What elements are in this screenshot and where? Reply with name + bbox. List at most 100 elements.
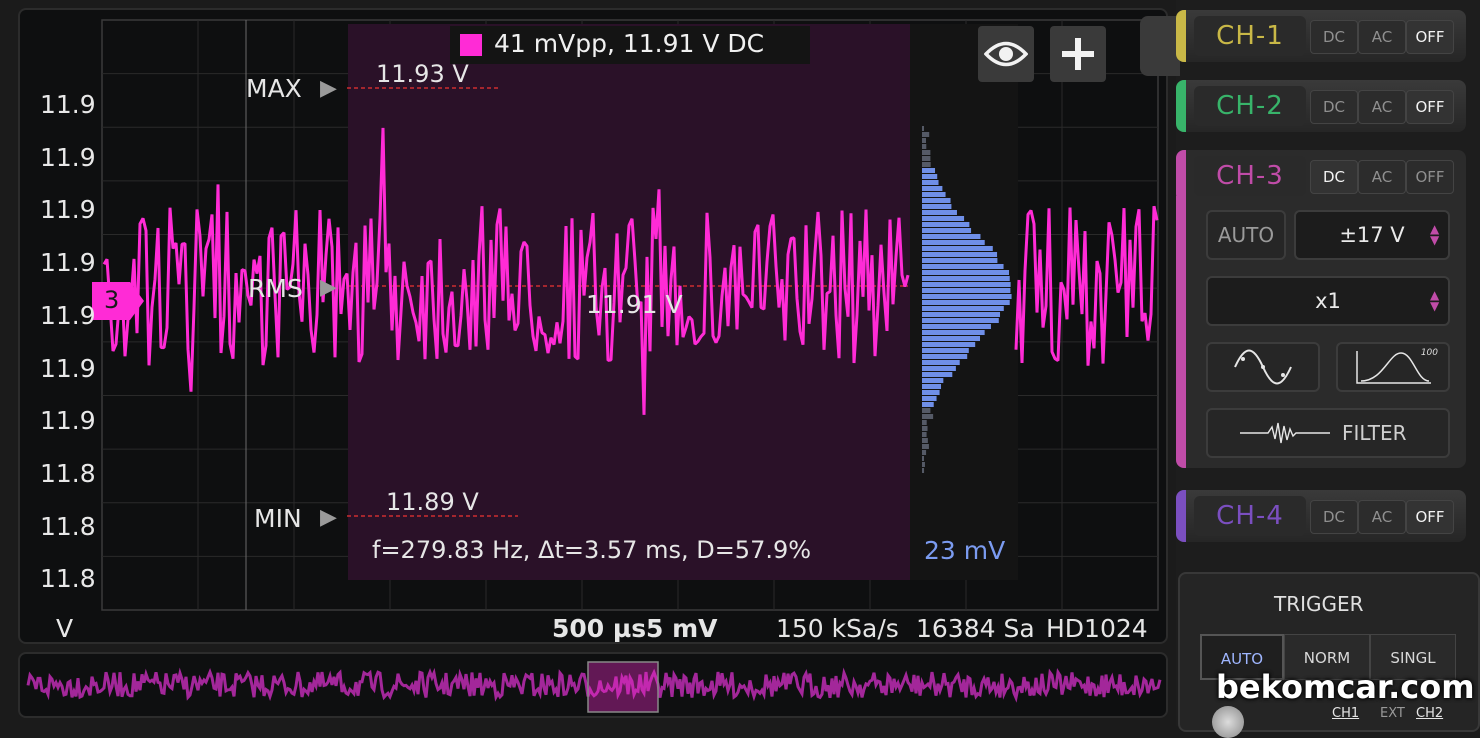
timebase-readout[interactable]: 500 µs <box>552 614 646 643</box>
histogram-bar <box>922 408 931 413</box>
channel-name[interactable]: CH-4 <box>1194 496 1306 536</box>
histogram-bar <box>922 186 943 191</box>
histogram-bar <box>922 240 985 245</box>
histogram-bar <box>922 414 934 419</box>
trigger-title: TRIGGER <box>1274 592 1364 616</box>
add-measurement-button[interactable] <box>1050 26 1106 82</box>
range-stepper-icon[interactable]: ▲ ▼ <box>1430 223 1439 246</box>
volts-div-readout[interactable]: 5 mV <box>646 614 718 643</box>
histogram-bar <box>922 162 931 167</box>
histogram-icon-label: 100 <box>1420 348 1438 358</box>
channel-2-ac-button[interactable]: AC <box>1358 90 1406 124</box>
channel-4-ac-button[interactable]: AC <box>1358 500 1406 534</box>
histogram-bar <box>922 150 931 155</box>
channel-name[interactable]: CH-2 <box>1194 86 1306 126</box>
histogram-bar <box>922 294 1012 299</box>
trigger-source-ext[interactable]: EXT <box>1380 706 1405 721</box>
histogram-bar <box>922 168 936 173</box>
plus-icon <box>1062 38 1094 70</box>
waveform-mode-button[interactable] <box>1206 342 1320 392</box>
scope-display[interactable]: 41 mVpp, 11.91 V DC MAX ▶ 11.93 V RMS ▶ … <box>18 8 1168 644</box>
histogram-bar <box>922 252 998 257</box>
channel-3-marker[interactable]: 3 <box>92 282 144 320</box>
channel-name[interactable]: CH-3 <box>1194 156 1306 196</box>
histogram-bar <box>922 420 927 425</box>
histogram-bar <box>922 378 944 383</box>
channel-1-bar[interactable]: CH-1 DC AC OFF <box>1176 10 1466 62</box>
histogram-bar <box>922 402 934 407</box>
histogram-bar <box>922 204 952 209</box>
histogram-mode-button[interactable]: 100 <box>1336 342 1450 392</box>
probe-multiplier-display[interactable]: x1 <box>1206 276 1450 326</box>
channel-3-bar[interactable]: CH-3 DC AC OFF <box>1176 150 1466 202</box>
histogram-bar <box>922 132 930 137</box>
trigger-source-ch1[interactable]: CH1 <box>1332 706 1359 721</box>
overview-viewport[interactable] <box>587 661 659 713</box>
visibility-button[interactable] <box>978 26 1034 82</box>
filter-signal-icon <box>1240 422 1330 444</box>
channel-2-dc-button[interactable]: DC <box>1310 90 1358 124</box>
histogram-bar <box>922 450 927 455</box>
histogram-bar <box>922 354 968 359</box>
histogram-bar <box>922 192 946 197</box>
y-tick-label: 11.9 <box>40 142 96 172</box>
overview-waveform <box>26 661 1162 713</box>
probe-stepper-icon[interactable]: ▲ ▼ <box>1430 289 1439 312</box>
histogram-bar <box>922 234 981 239</box>
min-value: 11.89 V <box>386 488 479 516</box>
channel-1-off-button[interactable]: OFF <box>1406 20 1454 54</box>
trigger-norm-label: NORM <box>1303 649 1351 667</box>
histogram-bar <box>922 360 960 365</box>
watermark: bekomcar.com <box>1216 668 1475 706</box>
histogram-bar <box>922 438 928 443</box>
histogram-bar <box>922 198 951 203</box>
trigger-source-ch2[interactable]: CH2 <box>1416 706 1443 721</box>
channel-name[interactable]: CH-1 <box>1194 16 1306 56</box>
min-label: MIN <box>254 504 302 533</box>
auto-range-button[interactable]: AUTO <box>1206 210 1286 260</box>
channel-2-off-button[interactable]: OFF <box>1406 90 1454 124</box>
channel-1-dc-button[interactable]: DC <box>1310 20 1358 54</box>
histogram-bar <box>922 306 1004 311</box>
rms-label: RMS <box>248 274 303 303</box>
histogram-bar <box>922 396 937 401</box>
histogram-bar <box>922 366 956 371</box>
max-arrow-icon: ▶ <box>320 76 337 101</box>
histogram-bar <box>922 336 981 341</box>
histogram-bar <box>922 282 1011 287</box>
filter-label: FILTER <box>1342 421 1407 445</box>
channel-4-dc-button[interactable]: DC <box>1310 500 1358 534</box>
channel-color-accent <box>1176 490 1186 542</box>
histogram-bar <box>922 270 1010 275</box>
ch3-controls: AUTO ±17 V ▲ ▼ x1 ▲ ▼ 100 FILTER <box>1176 196 1466 468</box>
trigger-level-knob[interactable] <box>1212 706 1244 738</box>
channel-1-ac-button[interactable]: AC <box>1358 20 1406 54</box>
y-tick-label: 11.9 <box>40 90 96 119</box>
histogram-bar <box>922 156 931 161</box>
histogram-bar <box>922 144 927 149</box>
channel-3-dc-button[interactable]: DC <box>1310 160 1358 194</box>
histogram-bar <box>922 312 1001 317</box>
channel-3-off-button[interactable]: OFF <box>1406 160 1454 194</box>
histogram-bar <box>922 228 972 233</box>
channel-4-bar[interactable]: CH-4 DC AC OFF <box>1176 490 1466 542</box>
histogram-bar <box>922 126 924 131</box>
histogram-bar <box>922 372 953 377</box>
y-tick-label: 11.8 <box>40 511 96 541</box>
channel-color-accent <box>1176 10 1186 62</box>
rms-arrow-icon: ▶ <box>320 275 337 300</box>
voltage-range-display[interactable]: ±17 V <box>1294 210 1450 260</box>
histogram-bar <box>922 210 957 215</box>
sample-count-readout: 16384 Sa <box>916 614 1035 643</box>
filter-button[interactable]: FILTER <box>1206 408 1450 458</box>
y-tick-label: 11.9 <box>40 248 96 278</box>
channel-3-ac-button[interactable]: AC <box>1358 160 1406 194</box>
histogram-bar <box>922 432 927 437</box>
auto-range-label: AUTO <box>1217 223 1275 247</box>
panel-handle[interactable] <box>1140 16 1180 76</box>
waveform-overview[interactable] <box>18 652 1168 718</box>
trigger-auto-label: AUTO <box>1220 650 1264 668</box>
channel-2-bar[interactable]: CH-2 DC AC OFF <box>1176 80 1466 132</box>
channel-4-off-button[interactable]: OFF <box>1406 500 1454 534</box>
histogram-bar <box>922 138 927 143</box>
